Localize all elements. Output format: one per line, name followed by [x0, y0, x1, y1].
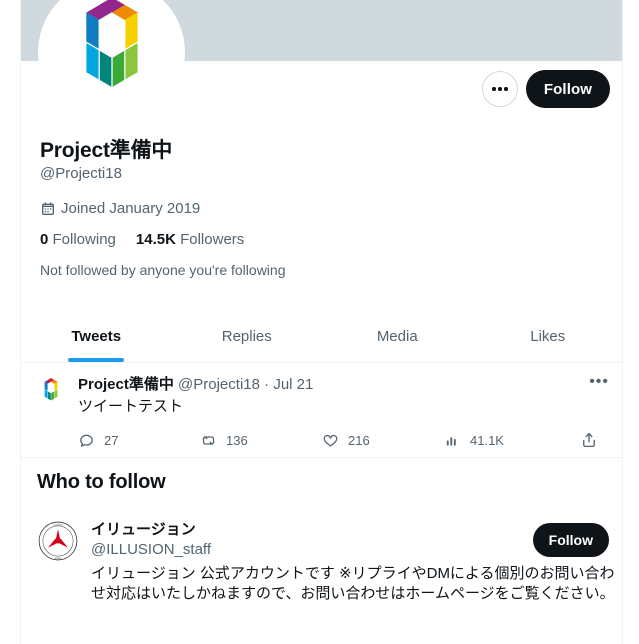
tweet-reply-button[interactable]: 27: [78, 432, 200, 449]
tweet-retweet-count: 136: [226, 432, 248, 448]
tweet-views-button[interactable]: 41.1K: [444, 432, 566, 449]
tweet-separator: ·: [264, 376, 270, 393]
suggestion-follow-button[interactable]: Follow: [532, 523, 609, 557]
tweet-author-avatar[interactable]: [35, 376, 67, 408]
illusion-emblem-icon: ILLUSION STAFF: [37, 520, 79, 562]
cube-logo-icon: [47, 0, 176, 117]
joined-text: Joined January 2019: [61, 200, 201, 217]
following-count: 0: [40, 231, 49, 248]
share-icon: [583, 432, 595, 448]
tweet-date[interactable]: Jul 21: [273, 376, 313, 393]
twitter-profile-page: Follow Project準備中 @Projecti18 Joined Jan…: [0, 0, 639, 644]
who-to-follow-heading: Who to follow: [37, 471, 166, 493]
not-followed-note: Not followed by anyone you're following: [40, 262, 286, 278]
tab-media[interactable]: Media: [322, 311, 473, 362]
suggestion-body: イリュージョン @ILLUSION_staff イリュージョン 公式アカウントで…: [91, 520, 615, 604]
tab-replies[interactable]: Replies: [172, 311, 323, 362]
profile-avatar[interactable]: [38, 0, 185, 126]
followers-count-link[interactable]: 14.5K Followers: [136, 230, 244, 250]
tab-media-label: Media: [376, 328, 418, 345]
ellipsis-icon: [492, 87, 508, 91]
tweet-like-count: 216: [348, 432, 370, 448]
svg-text:ILLUSION: ILLUSION: [53, 524, 63, 526]
tweet-share-button[interactable]: [580, 431, 598, 449]
tweet-header: Project準備中 @Projecti18 · Jul 21: [78, 375, 609, 395]
like-icon: [323, 434, 338, 446]
tab-active-underline: [68, 358, 125, 362]
following-label: Following: [52, 231, 116, 248]
tweet-retweet-button[interactable]: 136: [200, 432, 322, 449]
profile-actions: Follow: [481, 70, 610, 108]
tab-likes[interactable]: Likes: [473, 311, 623, 362]
tab-tweets-label: Tweets: [71, 328, 122, 345]
tab-likes-label: Likes: [530, 328, 566, 345]
profile-counts: 0 Following 14.5K Followers: [40, 230, 600, 250]
tweet-like-button[interactable]: 216: [322, 432, 444, 449]
profile-info: Project準備中 @Projecti18 Joined January 20…: [40, 138, 600, 279]
tweet-text: ツイートテスト: [78, 398, 184, 415]
profile-joined-date: Joined January 2019: [40, 199, 600, 219]
tweet-metrics: 27 136 216 41.1K: [78, 431, 598, 449]
calendar-icon: [42, 202, 54, 215]
suggestion-name[interactable]: イリュージョン: [91, 520, 521, 540]
views-icon: [446, 436, 456, 445]
profile-tabs: Tweets Replies Media Likes: [21, 311, 623, 363]
who-to-follow-item[interactable]: ILLUSION STAFF イリュージョン @ILLUSION_staff イ…: [21, 508, 622, 616]
suggestion-avatar[interactable]: ILLUSION STAFF: [37, 520, 79, 562]
tweet-reply-count: 27: [104, 432, 119, 448]
followers-label: Followers: [180, 231, 245, 248]
profile-display-name: Project準備中: [40, 139, 173, 162]
tab-tweets[interactable]: Tweets: [21, 311, 172, 362]
more-options-button[interactable]: [481, 71, 518, 107]
follow-button[interactable]: Follow: [525, 70, 610, 108]
tweet-views-count: 41.1K: [470, 432, 504, 448]
cube-logo-icon: [44, 378, 58, 401]
main-column: Follow Project準備中 @Projecti18 Joined Jan…: [20, 0, 623, 644]
profile-handle: @Projecti18: [40, 165, 122, 182]
tweet-author-name[interactable]: Project準備中: [78, 376, 174, 393]
tweet-author-handle[interactable]: @Projecti18: [178, 376, 260, 393]
reply-icon: [80, 434, 93, 447]
retweet-icon: [202, 435, 215, 445]
following-count-link[interactable]: 0 Following: [40, 230, 116, 250]
tweet-item[interactable]: Project準備中 @Projecti18 · Jul 21 ツイートテスト …: [21, 363, 622, 458]
suggestion-handle[interactable]: @ILLUSION_staff: [91, 540, 521, 560]
tab-replies-label: Replies: [221, 328, 272, 345]
avatar-image: [42, 0, 181, 122]
tweet-body: Project準備中 @Projecti18 · Jul 21 ツイートテスト …: [78, 375, 609, 449]
tweet-more-button[interactable]: •••: [589, 374, 609, 390]
suggestion-bio: イリュージョン 公式アカウントです ※リプライやDMによる個別のお問い合わせ対応…: [91, 565, 615, 602]
followers-count: 14.5K: [135, 231, 176, 248]
